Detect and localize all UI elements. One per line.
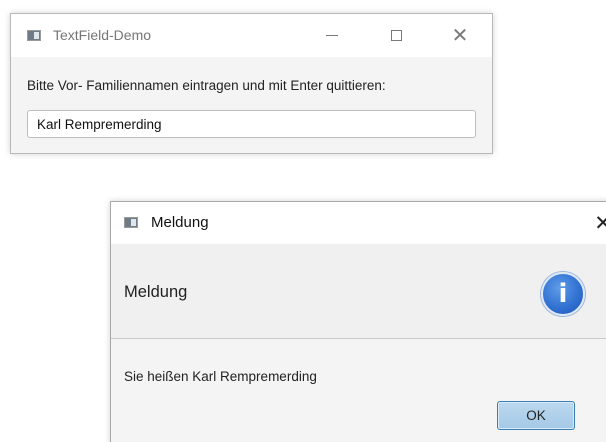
- name-input[interactable]: [27, 110, 476, 138]
- close-icon: ✕: [451, 25, 469, 47]
- dialog-message: Sie heißen Karl Rempremerding: [124, 369, 317, 384]
- instruction-label: Bitte Vor- Familiennamen eintragen und m…: [27, 78, 386, 93]
- maximize-icon: [390, 30, 402, 41]
- info-icon: i: [541, 272, 585, 316]
- desktop: TextField-Demo ✕ Bitte Vor- Familienname…: [0, 0, 606, 442]
- minimize-button[interactable]: [309, 14, 355, 57]
- window-title: TextField-Demo: [53, 27, 152, 43]
- dialog-title-bar: Meldung ✕: [111, 202, 606, 244]
- meldung-dialog: Meldung ✕ Meldung i Sie heißen Karl Remp…: [110, 201, 606, 442]
- maximize-button[interactable]: [373, 14, 419, 57]
- minimize-icon: [326, 35, 338, 36]
- dialog-header: Meldung i: [111, 244, 606, 339]
- textfield-demo-window: TextField-Demo ✕ Bitte Vor- Familienname…: [10, 13, 493, 154]
- ok-button[interactable]: OK: [497, 401, 575, 430]
- dialog-header-text: Meldung: [124, 283, 188, 301]
- title-bar: TextField-Demo ✕: [11, 14, 492, 57]
- info-icon-glyph: i: [558, 279, 568, 309]
- dialog-title: Meldung: [151, 214, 209, 231]
- dialog-close-button[interactable]: ✕: [583, 202, 606, 244]
- app-icon: [27, 30, 41, 41]
- app-icon: [124, 217, 138, 228]
- close-icon: ✕: [594, 211, 606, 235]
- close-button[interactable]: ✕: [437, 14, 483, 57]
